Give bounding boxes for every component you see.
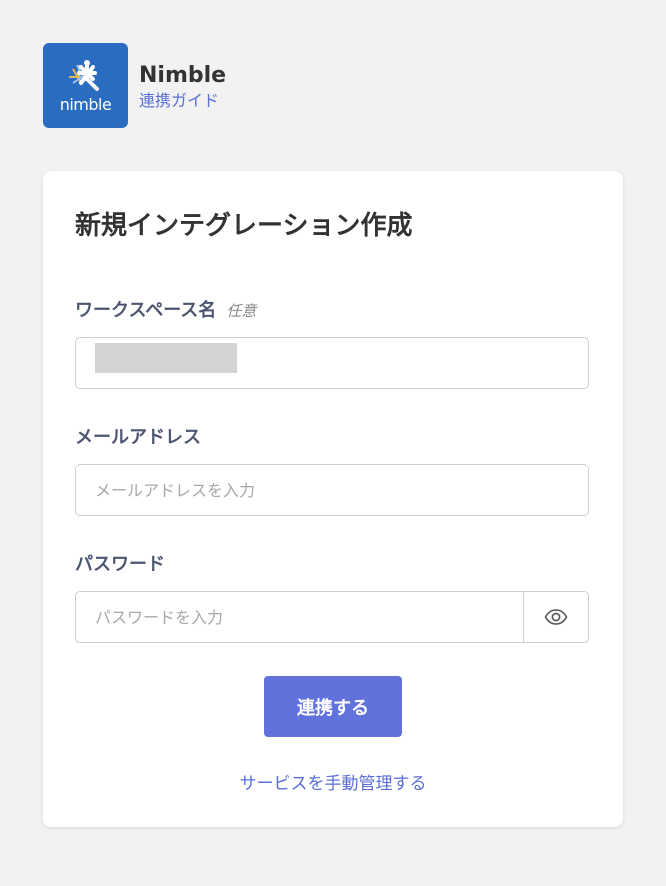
- optional-badge: 任意: [226, 302, 257, 320]
- email-input[interactable]: [76, 465, 588, 515]
- eye-icon: [544, 609, 568, 625]
- brand-block: Nimble 連携ガイド: [139, 62, 226, 112]
- password-field[interactable]: [75, 591, 589, 643]
- workspace-name-label-text: ワークスペース名: [75, 300, 217, 321]
- email-label: メールアドレス: [75, 427, 201, 448]
- nimble-logo: nimble: [43, 43, 128, 128]
- nimble-logo-icon: [69, 60, 99, 91]
- password-label: パスワード: [75, 554, 165, 575]
- email-field[interactable]: [75, 464, 589, 516]
- page-title: 新規インテグレーション作成: [75, 211, 413, 241]
- app-header: nimble Nimble 連携ガイド: [43, 43, 226, 128]
- logo-wordmark: nimble: [59, 95, 112, 114]
- integration-form-card: 新規インテグレーション作成 ワークスペース名任意 メールアドレス パスワード 連…: [43, 171, 623, 827]
- workspace-name-field[interactable]: [75, 337, 589, 389]
- redacted-value: [95, 343, 237, 373]
- app-name: Nimble: [139, 62, 227, 88]
- integration-guide-link[interactable]: 連携ガイド: [139, 90, 226, 112]
- toggle-password-visibility-button[interactable]: [523, 592, 588, 642]
- password-input[interactable]: [76, 592, 524, 642]
- manual-manage-link[interactable]: サービスを手動管理する: [43, 769, 623, 794]
- connect-button[interactable]: 連携する: [264, 676, 402, 737]
- workspace-name-label: ワークスペース名 任意: [75, 296, 256, 322]
